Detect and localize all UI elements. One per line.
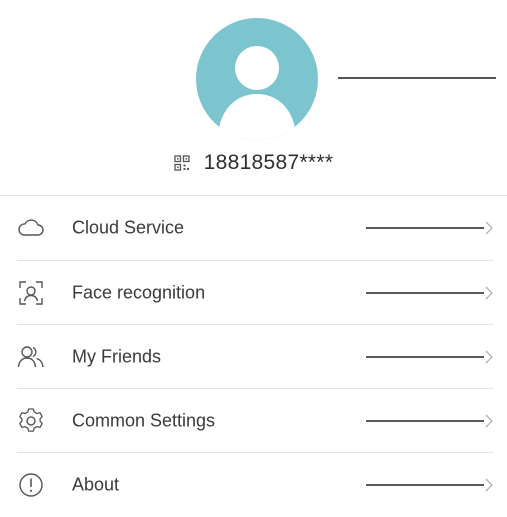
chevron-right-icon bbox=[484, 477, 494, 493]
menu-item-about[interactable]: About bbox=[0, 453, 507, 517]
profile-header: 18818587**** bbox=[0, 0, 507, 195]
gear-icon bbox=[17, 407, 45, 435]
menu-item-label: My Friends bbox=[72, 346, 162, 367]
user-icon bbox=[218, 46, 296, 140]
menu-item-label: Face recognition bbox=[72, 282, 206, 303]
phone-number: 18818587**** bbox=[203, 151, 334, 174]
menu-item-label: Common Settings bbox=[72, 410, 216, 431]
menu-item-cloud-service[interactable]: Cloud Service bbox=[0, 196, 507, 260]
menu-value-placeholder bbox=[366, 227, 484, 229]
menu-value-placeholder bbox=[366, 420, 484, 422]
qr-code-icon[interactable] bbox=[173, 155, 190, 171]
menu-item-my-friends[interactable]: My Friends bbox=[0, 325, 507, 389]
chevron-right-icon bbox=[484, 349, 494, 365]
menu-item-common-settings[interactable]: Common Settings bbox=[0, 389, 507, 453]
menu-item-label: About bbox=[72, 474, 120, 495]
chevron-right-icon bbox=[484, 413, 494, 429]
menu-value-placeholder bbox=[366, 484, 484, 486]
chevron-right-icon bbox=[484, 285, 494, 301]
chevron-right-icon bbox=[484, 220, 494, 236]
menu-value-placeholder bbox=[366, 356, 484, 358]
menu-item-label: Cloud Service bbox=[72, 217, 185, 238]
cloud-icon bbox=[17, 214, 45, 242]
friends-icon bbox=[17, 343, 45, 371]
phone-row: 18818587**** bbox=[0, 148, 507, 178]
avatar[interactable] bbox=[196, 18, 318, 140]
face-scan-icon bbox=[17, 279, 45, 307]
menu-value-placeholder bbox=[366, 292, 484, 294]
menu-item-face-recognition[interactable]: Face recognition bbox=[0, 261, 507, 325]
nickname-placeholder-line[interactable] bbox=[338, 77, 496, 79]
info-icon bbox=[17, 471, 45, 499]
